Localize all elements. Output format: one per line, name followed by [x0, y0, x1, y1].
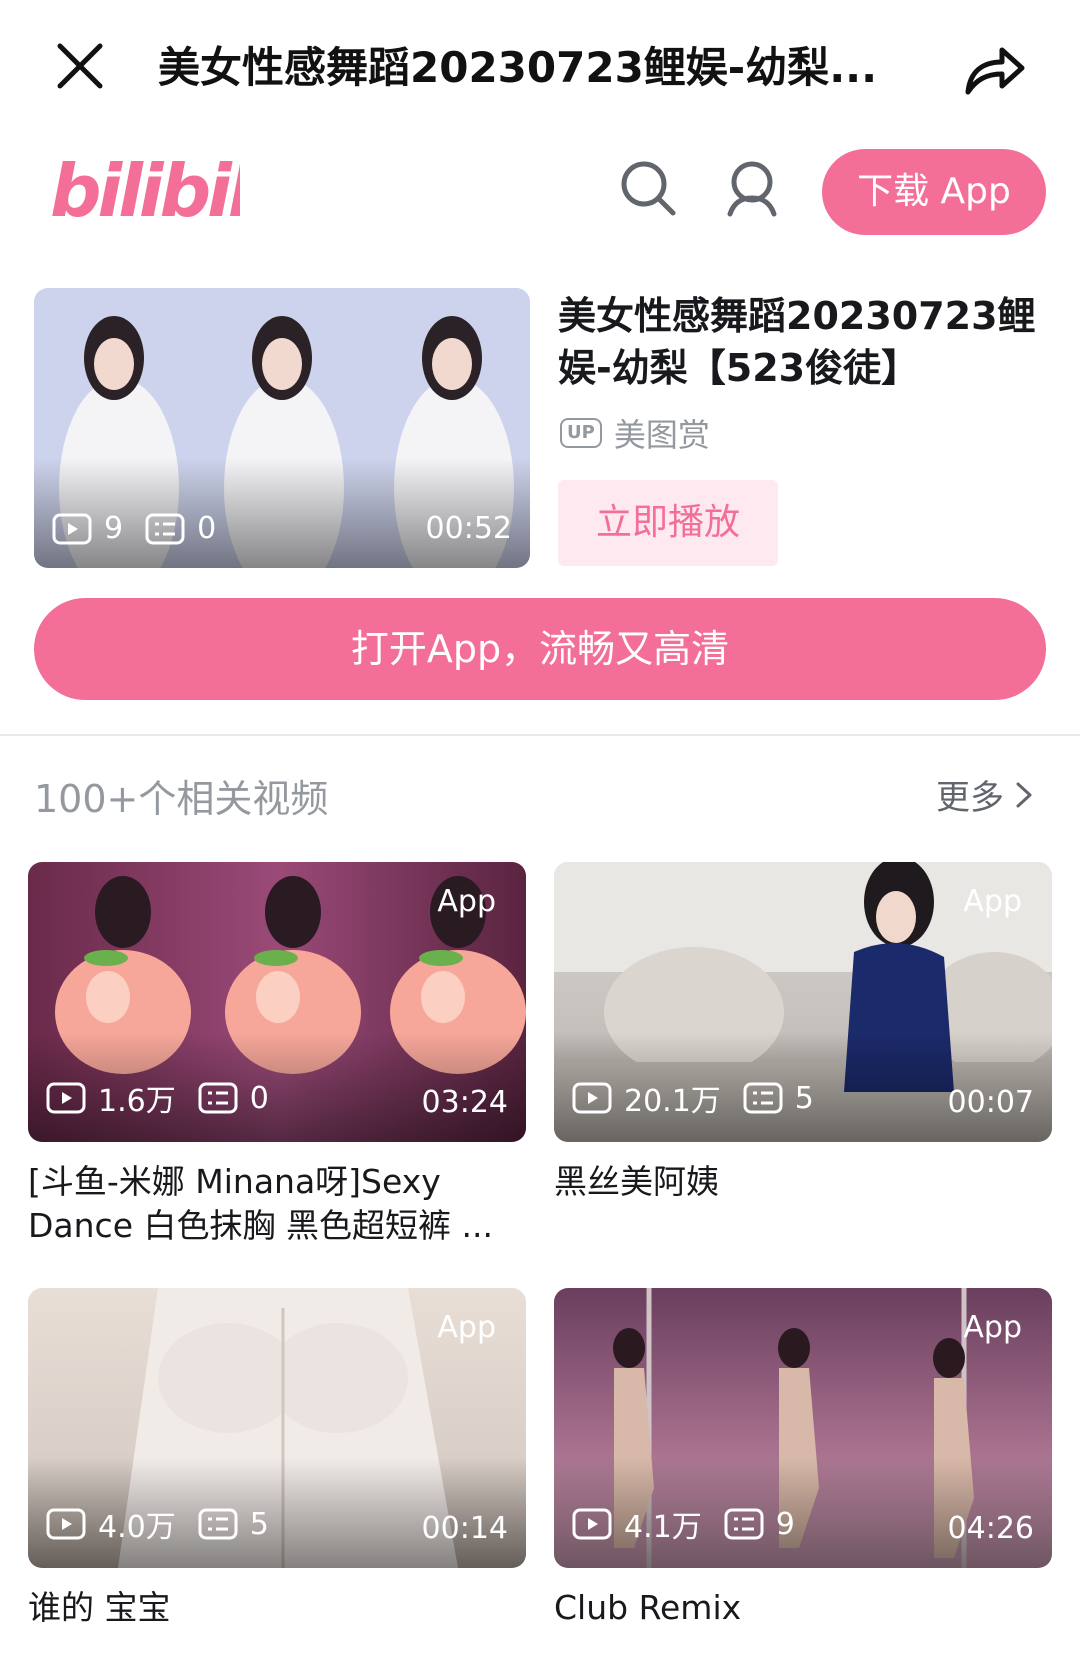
danmaku-count: 9 — [775, 1506, 795, 1542]
video-stats: 20.1万 5 — [572, 1076, 836, 1120]
video-title: 黑丝美阿姨 — [554, 1162, 719, 1201]
play-count-icon — [572, 1082, 612, 1114]
related-video-thumbnail: App 1.6万 0 03:24 — [28, 862, 526, 1142]
video-duration: 04:26 — [947, 1511, 1034, 1546]
video-stats: 4.0万 5 — [46, 1502, 291, 1546]
more-label: 更多 — [936, 778, 1004, 818]
danmaku-icon — [724, 1508, 764, 1540]
danmaku-count: 5 — [249, 1506, 269, 1542]
download-app-button[interactable]: 下载 App — [822, 149, 1046, 235]
play-count-icon — [52, 513, 92, 544]
search-icon — [621, 161, 676, 216]
app-tag: App — [963, 884, 1022, 919]
play-count: 4.1万 — [624, 1510, 702, 1545]
svg-text:bilibili: bilibili — [50, 150, 240, 230]
search-button[interactable] — [618, 158, 678, 218]
user-button[interactable] — [722, 158, 782, 218]
related-video-card[interactable]: App 1.6万 0 03:24 [斗鱼-米娜 Minana呀]Sexy Dan… — [28, 862, 526, 1248]
top-bar: 美女性感舞蹈20230723鲤娱-幼梨... — [0, 0, 1080, 140]
app-tag: App — [963, 1310, 1022, 1345]
related-video-card[interactable]: App 4.0万 5 00:14 谁的 宝宝 — [28, 1288, 526, 1630]
up-badge: UP — [560, 418, 602, 448]
play-count-icon — [46, 1508, 86, 1540]
user-icon — [727, 161, 777, 217]
uploader-row[interactable]: UP 美图赏 — [560, 410, 710, 456]
feature-video-title[interactable]: 美女性感舞蹈20230723鲤娱-幼梨【523俊徒】 — [558, 290, 1048, 394]
play-count: 4.0万 — [98, 1510, 176, 1545]
app-tag: App — [437, 1310, 496, 1345]
play-count: 20.1万 — [624, 1084, 721, 1119]
play-count-icon — [46, 1082, 86, 1114]
video-title: 谁的 宝宝 — [28, 1588, 171, 1627]
uploader-name: 美图赏 — [613, 416, 710, 454]
play-count: 1.6万 — [98, 1084, 176, 1119]
video-duration: 00:07 — [947, 1085, 1034, 1120]
close-button[interactable] — [52, 38, 108, 94]
bilibili-logo-icon: bilibili — [50, 149, 278, 233]
more-link[interactable]: 更多 — [936, 770, 1036, 819]
related-video-card[interactable]: App 4.1万 9 04:26 Club Remix — [554, 1288, 1052, 1630]
related-video-card[interactable]: App 20.1万 5 00:07 黑丝美阿姨 — [554, 862, 1052, 1204]
danmaku-icon — [198, 1508, 238, 1540]
share-icon — [965, 47, 1025, 95]
page-title: 美女性感舞蹈20230723鲤娱-幼梨... — [158, 43, 878, 92]
chevron-right-icon — [1016, 782, 1032, 807]
feature-stats: 9 0 — [52, 511, 238, 546]
open-app-button[interactable]: 打开App，流畅又高清 — [34, 598, 1046, 700]
video-title: Club Remix — [554, 1588, 742, 1627]
video-duration: 00:14 — [421, 1511, 508, 1546]
play-now-button[interactable]: 立即播放 — [558, 480, 778, 566]
related-video-thumbnail: App 4.0万 5 00:14 — [28, 1288, 526, 1568]
related-video-thumbnail: App 4.1万 9 04:26 — [554, 1288, 1052, 1568]
feature-play-count: 9 — [104, 511, 124, 546]
video-stats: 4.1万 9 — [572, 1502, 817, 1546]
section-divider — [0, 734, 1080, 736]
app-tag: App — [437, 884, 496, 919]
danmaku-count: 5 — [794, 1080, 814, 1116]
bilibili-logo[interactable]: bilibili — [50, 149, 278, 233]
play-count-icon — [572, 1508, 612, 1540]
danmaku-icon — [145, 513, 185, 544]
related-heading: 100+个相关视频 — [34, 777, 329, 821]
close-icon — [57, 43, 103, 89]
feature-video-thumbnail[interactable]: 9 0 00:52 — [34, 288, 530, 568]
danmaku-icon — [743, 1082, 783, 1114]
video-duration: 03:24 — [421, 1085, 508, 1120]
feature-danmaku-count: 0 — [197, 511, 217, 546]
share-button[interactable] — [962, 38, 1028, 98]
danmaku-icon — [198, 1082, 238, 1114]
video-stats: 1.6万 0 — [46, 1076, 291, 1120]
video-title: [斗鱼-米娜 Minana呀]Sexy Dance 白色抹胸 黑色超短裤 ... — [28, 1162, 493, 1245]
danmaku-count: 0 — [249, 1080, 269, 1116]
feature-duration: 00:52 — [425, 511, 512, 546]
related-video-thumbnail: App 20.1万 5 00:07 — [554, 862, 1052, 1142]
